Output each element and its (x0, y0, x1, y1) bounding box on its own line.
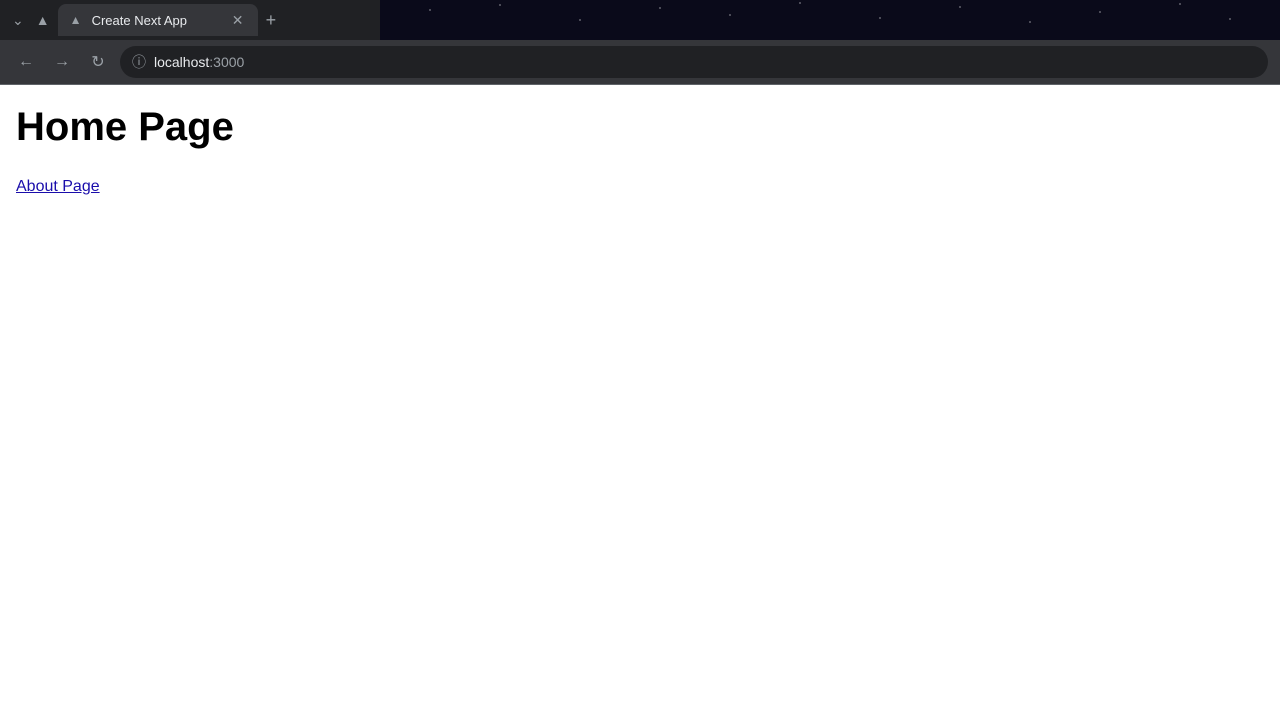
back-button[interactable]: ← (12, 48, 40, 76)
address-port: :3000 (209, 54, 244, 70)
address-bar: ← → ↻ ⓘ localhost:3000 (0, 40, 1280, 84)
tab-upload-icon[interactable]: ▲ (32, 8, 54, 32)
page-content: Home Page About Page (0, 85, 1280, 216)
browser-separator (0, 84, 1280, 85)
tab-title: Create Next App (92, 13, 222, 28)
about-page-link[interactable]: About Page (16, 178, 100, 195)
site-info-icon[interactable]: ⓘ (132, 52, 146, 72)
tab-bar: ⌄ ▲ ▲ Create Next App ✕ + (0, 0, 1280, 40)
address-text: localhost:3000 (154, 54, 1256, 70)
browser-chrome: ⌄ ▲ ▲ Create Next App ✕ + ← → ↻ ⓘ localh… (0, 0, 1280, 85)
back-icon: ← (18, 53, 34, 71)
tab-favicon-icon: ▲ (70, 13, 84, 27)
new-tab-button[interactable]: + (258, 6, 285, 35)
forward-icon: → (54, 53, 70, 71)
reload-icon: ↻ (91, 52, 104, 72)
reload-button[interactable]: ↻ (84, 48, 112, 76)
tab-controls-left: ⌄ ▲ (8, 8, 54, 33)
tab-list-chevron-icon[interactable]: ⌄ (8, 8, 28, 33)
forward-button[interactable]: → (48, 48, 76, 76)
page-title: Home Page (16, 105, 1264, 150)
address-input[interactable]: ⓘ localhost:3000 (120, 46, 1268, 78)
tab-close-button[interactable]: ✕ (230, 12, 246, 28)
address-domain: localhost (154, 54, 209, 70)
browser-tab-active[interactable]: ▲ Create Next App ✕ (58, 4, 258, 36)
